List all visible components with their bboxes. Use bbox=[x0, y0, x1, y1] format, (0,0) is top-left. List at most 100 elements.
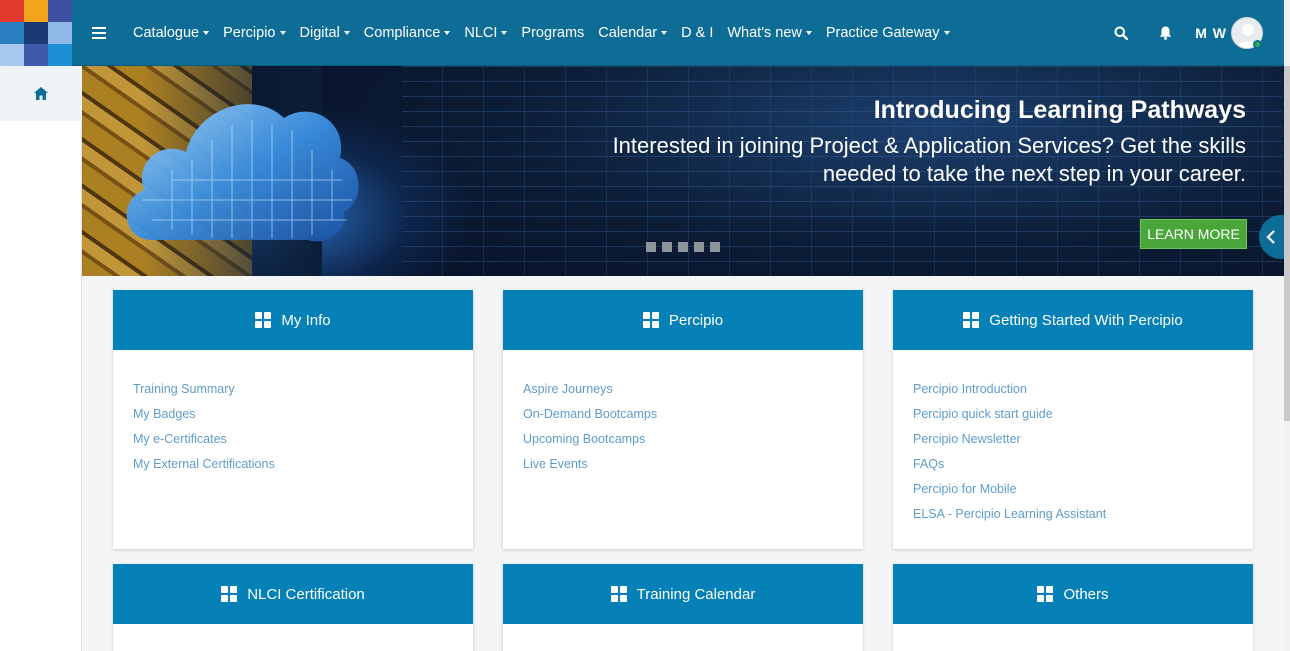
card-link[interactable]: Percipio Introduction bbox=[913, 377, 1233, 402]
card-getting-started-with-percipio: Getting Started With Percipio Percipio In… bbox=[893, 290, 1253, 549]
card-header: Others bbox=[893, 564, 1253, 624]
user-initials[interactable]: M W bbox=[1195, 25, 1227, 41]
notifications-button[interactable] bbox=[1143, 0, 1187, 66]
card-link[interactable]: Upcoming Bootcamps bbox=[523, 427, 843, 452]
page-scrollbar[interactable] bbox=[1284, 0, 1290, 651]
left-rail bbox=[0, 0, 82, 651]
nav-item-label: Digital bbox=[299, 24, 340, 41]
nav-item-label: Compliance bbox=[363, 24, 441, 41]
hamburger-icon bbox=[92, 26, 106, 39]
card-header: Training Calendar bbox=[503, 564, 863, 624]
card-body bbox=[893, 624, 1253, 651]
card-title: Percipio bbox=[668, 311, 724, 329]
card-header: My Info bbox=[113, 290, 473, 350]
card-body: Training Summary My Badges My e-Certificat… bbox=[113, 350, 473, 477]
nav-item-what-s-new[interactable]: What's new bbox=[720, 0, 819, 66]
user-area: M W bbox=[1099, 0, 1272, 66]
card-header: Getting Started With Percipio bbox=[893, 290, 1253, 350]
card-link[interactable]: On-Demand Bootcamps bbox=[523, 402, 843, 427]
home-nav-item[interactable] bbox=[0, 66, 82, 121]
card-my-info: My Info Training Summary My Badges My e-Cer… bbox=[113, 290, 473, 549]
card-link[interactable]: Percipio for Mobile bbox=[913, 477, 1233, 502]
card-body bbox=[113, 624, 473, 651]
nav-item-label: What's new bbox=[727, 24, 802, 41]
search-button[interactable] bbox=[1099, 0, 1143, 66]
banner-title: Introducing Learning Pathways bbox=[873, 96, 1246, 124]
nav-item-label: Practice Gateway bbox=[825, 24, 940, 41]
card-title: NLCI Certification bbox=[247, 585, 365, 603]
card-link[interactable]: Live Events bbox=[523, 452, 843, 477]
carousel-dot[interactable] bbox=[710, 242, 720, 252]
menu-toggle-button[interactable] bbox=[72, 0, 126, 66]
card-training-calendar: Training Calendar bbox=[503, 564, 863, 651]
site-logo[interactable] bbox=[0, 0, 72, 66]
card-body bbox=[503, 624, 863, 651]
scrollbar-thumb[interactable] bbox=[1284, 66, 1290, 421]
card-percipio: Percipio Aspire Journeys On-Demand Bootcam… bbox=[503, 290, 863, 549]
top-navbar: Catalogue Percipio Digital Compliance NLCI Pr… bbox=[72, 0, 1284, 66]
card-title: Others bbox=[1063, 585, 1109, 603]
grid-icon bbox=[610, 586, 627, 602]
card-nlci-certification: NLCI Certification bbox=[113, 564, 473, 651]
nav-item-label: Percipio bbox=[223, 24, 276, 41]
caret-down-icon bbox=[501, 31, 508, 35]
home-icon bbox=[34, 87, 48, 100]
card-link[interactable]: ELSA - Percipio Learning Assistant bbox=[913, 502, 1233, 527]
carousel-dot[interactable] bbox=[646, 242, 656, 252]
carousel-dot[interactable] bbox=[694, 242, 704, 252]
nav-item-label: Programs bbox=[521, 24, 585, 41]
nav-item-percipio[interactable]: Percipio bbox=[216, 0, 292, 66]
card-link[interactable]: My e-Certificates bbox=[133, 427, 453, 452]
card-title: My Info bbox=[281, 311, 331, 329]
card-link[interactable]: My External Certifications bbox=[133, 452, 453, 477]
nav-item-programs[interactable]: Programs bbox=[514, 0, 591, 66]
card-title: Getting Started With Percipio bbox=[989, 311, 1183, 329]
nav-item-label: D & I bbox=[681, 24, 714, 41]
nav-item-label: Catalogue bbox=[133, 24, 200, 41]
banner-text: Interested in joining Project & Applicat… bbox=[612, 133, 1246, 186]
grid-icon bbox=[642, 312, 659, 328]
grid-icon bbox=[255, 312, 272, 328]
caret-down-icon bbox=[661, 31, 668, 35]
card-link[interactable]: Training Summary bbox=[133, 377, 453, 402]
grid-icon bbox=[1037, 586, 1054, 602]
card-link[interactable]: My Badges bbox=[133, 402, 453, 427]
search-icon bbox=[1114, 26, 1129, 40]
cloud-illustration bbox=[126, 104, 359, 242]
card-others: Others bbox=[893, 564, 1253, 651]
online-status-indicator bbox=[1253, 39, 1262, 49]
hero-banner: Introducing Learning Pathways Interested… bbox=[82, 66, 1284, 276]
nav-item-label: Calendar bbox=[598, 24, 658, 41]
chevron-left-icon bbox=[1266, 230, 1275, 244]
nav-item-catalogue[interactable]: Catalogue bbox=[126, 0, 216, 66]
nav-item-calendar[interactable]: Calendar bbox=[591, 0, 674, 66]
card-body: Aspire Journeys On-Demand Bootcamps Upcomi… bbox=[503, 350, 863, 477]
nav-item-digital[interactable]: Digital bbox=[293, 0, 357, 66]
card-title: Training Calendar bbox=[636, 585, 756, 603]
caret-down-icon bbox=[203, 31, 210, 35]
nav-item-practice-gateway[interactable]: Practice Gateway bbox=[819, 0, 957, 66]
learn-more-button[interactable]: LEARN MORE bbox=[1140, 219, 1247, 249]
nav-item-compliance[interactable]: Compliance bbox=[357, 0, 458, 66]
nav-item-label: NLCI bbox=[464, 24, 498, 41]
caret-down-icon bbox=[943, 31, 950, 35]
primary-nav: Catalogue Percipio Digital Compliance NLCI Pr… bbox=[126, 0, 957, 66]
card-link[interactable]: Aspire Journeys bbox=[523, 377, 843, 402]
card-link[interactable]: Percipio Newsletter bbox=[913, 427, 1233, 452]
carousel-dot[interactable] bbox=[662, 242, 672, 252]
card-header: Percipio bbox=[503, 290, 863, 350]
grid-icon bbox=[221, 586, 238, 602]
carousel-dot[interactable] bbox=[678, 242, 688, 252]
card-link[interactable]: FAQs bbox=[913, 452, 1233, 477]
card-header: NLCI Certification bbox=[113, 564, 473, 624]
card-body: Percipio Introduction Percipio quick star… bbox=[893, 350, 1253, 527]
caret-down-icon bbox=[343, 31, 350, 35]
caret-down-icon bbox=[805, 31, 812, 35]
nav-item-d-i[interactable]: D & I bbox=[674, 0, 720, 66]
caret-down-icon bbox=[279, 31, 286, 35]
caret-down-icon bbox=[444, 31, 451, 35]
grid-icon bbox=[963, 312, 980, 328]
nav-item-nlci[interactable]: NLCI bbox=[457, 0, 514, 66]
card-link[interactable]: Percipio quick start guide bbox=[913, 402, 1233, 427]
carousel-indicators bbox=[646, 242, 720, 252]
